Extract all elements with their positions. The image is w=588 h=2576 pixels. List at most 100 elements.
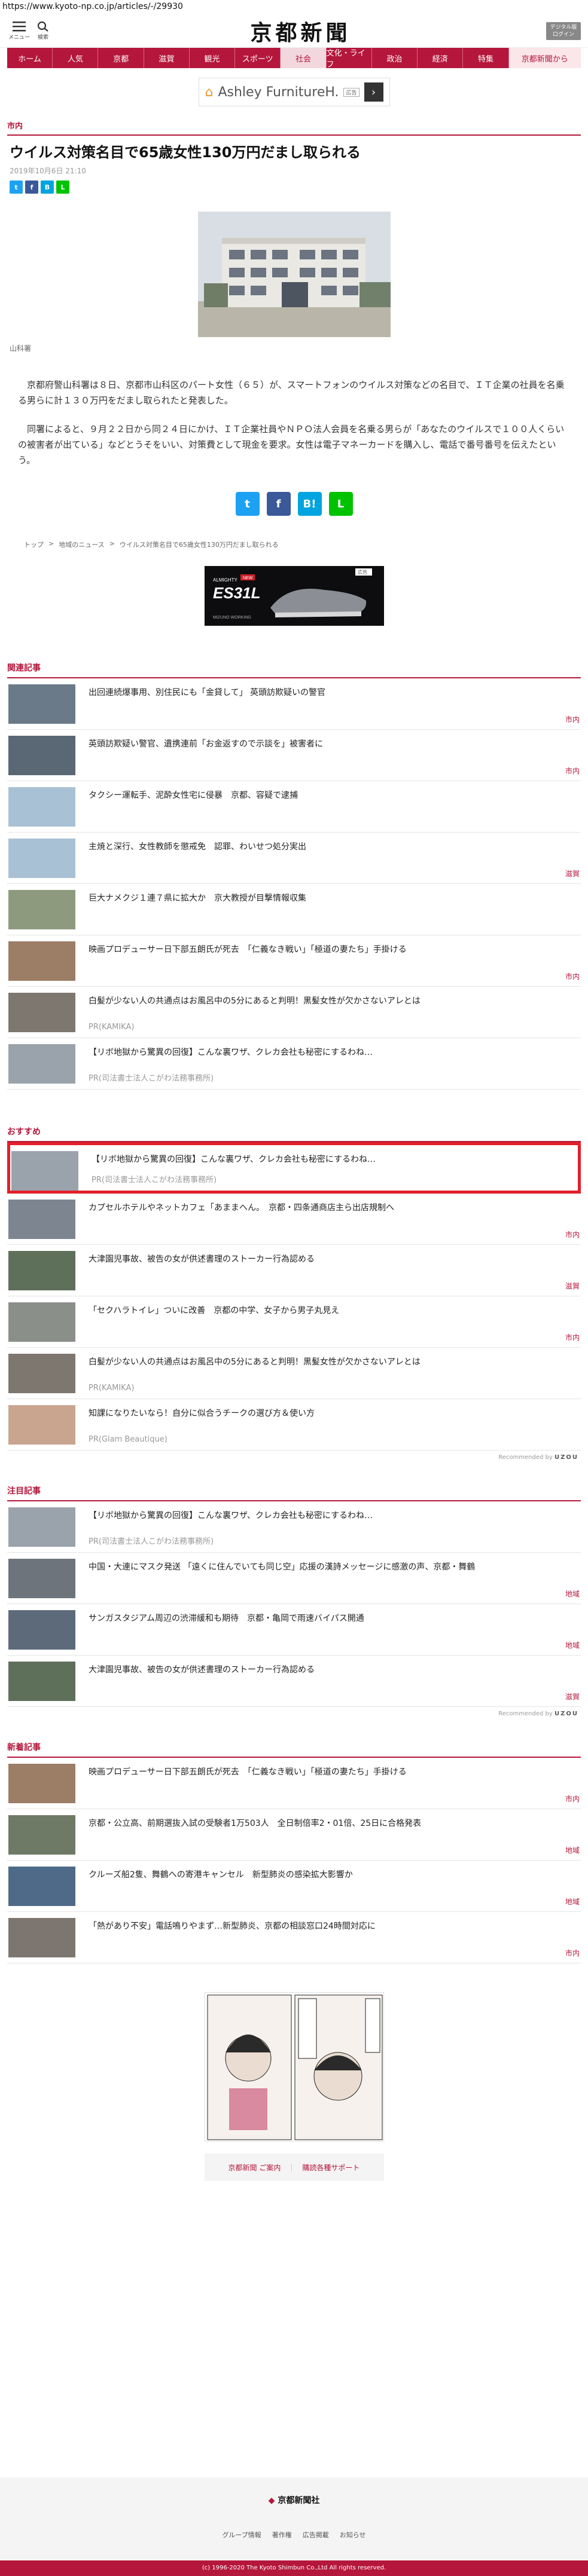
footer-logo[interactable]: ◆ 京都新聞社 [0,2494,588,2506]
list-item[interactable]: 白髪が少ない人の共通点はお風呂中の5分にあると判明！黒髪女性が欠かさないアレとは… [7,1348,581,1399]
list-item[interactable]: 出回連続爆事用、別住民にも「金貸して」 英頭訪欺疑いの警官 市内 [7,678,581,730]
support-link[interactable]: 購読各種サポート [302,2162,359,2173]
thumbnail [8,839,75,878]
footer-link[interactable]: 著作権 [272,2530,292,2540]
list-item[interactable]: タクシー運転手、泥酔女性宅に侵暴 京都、容疑で逮捕 [7,781,581,833]
nav-item-from-kyoto-np[interactable]: 京都新聞から [508,48,581,68]
list-item[interactable]: 京都・公立高、前期選抜入試の受験者1万503人 全日制倍率2・01倍、25日に合… [7,1809,581,1861]
hatena-icon[interactable]: B! [297,492,322,516]
list-item[interactable]: 大津園児事故、被告の女が供述書理のストーカー行為認める 滋賀 [7,1245,581,1296]
list-item[interactable]: 【リボ地獄から驚異の回復】こんな裏ワザ、クレカ会社も秘密にするわね… PR(司法書… [7,1501,581,1553]
recommend-heading: おすすめ [7,1125,581,1142]
twitter-icon[interactable]: t [10,180,23,194]
list-item[interactable]: 巨大ナメクジ１連７県に拡大か 京大教授が目撃情報収集 [7,884,581,935]
list-item[interactable]: 主焼と深行、女性教師を懲戒免 認罪、わいせつ処分実出 滋賀 [7,833,581,884]
list-item[interactable]: 映画プロデューサー日下部五朗氏が死去 「仁義なき戦い」「極道の妻たち」手掛ける市… [7,935,581,987]
nav-item-tourism[interactable]: 観光 [190,48,236,68]
nav-item-shiga[interactable]: 滋賀 [144,48,190,68]
item-title: クルーズ船2隻、舞鶴への寄港キャンセル 新型肺炎の感染拡大影響か [89,1870,353,1880]
search-button[interactable]: 検索 [31,21,55,41]
twitter-icon[interactable]: t [235,492,260,516]
nav-item-economy[interactable]: 経済 [418,48,464,68]
recommended-by: Recommended by UZOU [10,1711,578,1717]
nav-item-popular[interactable]: 人気 [53,48,99,68]
menu-label: メニュー [8,35,30,41]
search-icon [37,21,48,32]
highlighted-list-item[interactable]: 【リボ地獄から驚異の回復】こんな裏ワザ、クレカ会社も秘密にするわね… PR(司法書… [7,1142,581,1194]
item-title: 【リボ地獄から驚異の回復】こんな裏ワザ、クレカ会社も秘密にするわね… [89,1048,373,1057]
photo-caption: 山科署 [10,344,32,353]
item-title: タクシー運転手、泥酔女性宅に侵暴 京都、容疑で逮捕 [89,791,298,800]
item-title: カプセルホテルやネットカフェ「あままへん。 京都・四条通商店主ら出店規制へ [89,1203,394,1213]
item-title: 京都・公立高、前期選抜入試の受験者1万503人 全日制倍率2・01倍、25日に合… [89,1819,422,1828]
list-item[interactable]: クルーズ船2隻、舞鶴への寄港キャンセル 新型肺炎の感染拡大影響か 地域 [7,1861,581,1912]
nav-item-sports[interactable]: スポーツ [235,48,281,68]
footer-link[interactable]: お知らせ [340,2530,366,2540]
contact-link[interactable]: 京都新聞 ご案内 [229,2162,281,2173]
item-title: 大津園児事故、被告の女が供述書理のストーカー行為認める [89,1665,315,1675]
footer-logo-text: 京都新聞社 [278,2496,320,2505]
item-pr: PR(司法書士法人こがわ法務事務所) [89,1074,214,1083]
list-item[interactable]: 【リボ地獄から驚異の回復】こんな裏ワザ、クレカ会社も秘密にするわね… PR(司法書… [7,1038,581,1090]
thumbnail [8,1918,75,1957]
line-icon[interactable]: L [328,492,353,516]
related-heading: 関連記事 [7,662,581,678]
item-pr: PR(司法書士法人こがわ法務事務所) [92,1176,217,1185]
nav-item-features[interactable]: 特集 [463,48,509,68]
home-icon: ⌂ [205,84,214,100]
ad-footer: MIZUNO WORKING [213,616,251,620]
list-item[interactable]: 大津園児事故、被告の女が供述書理のストーカー行為認める 滋賀 [7,1656,581,1707]
list-item[interactable]: サンガスタジアム周辺の渋滞緩和も期待 京都・亀岡で雨速バイパス開通 地域 [7,1604,581,1656]
item-tag: 市内 [565,1949,580,1957]
ad-text: Ashley FurnitureH... [218,84,339,100]
item-tag: 市内 [565,715,580,724]
thumbnail [8,736,75,775]
list-item[interactable]: 知課になりたいなら！自分に似合うチークの選び方＆使い方 PR(Glam Beaut… [7,1399,581,1451]
nav-item-kyoto[interactable]: 京都 [98,48,144,68]
facebook-icon[interactable]: f [266,492,291,516]
article-category[interactable]: 市内 [7,120,581,136]
rec-brand[interactable]: UZOU [555,1454,578,1461]
item-title: 中国・大連にマスク発送 「遠くに住んでいても同じ空」応援の漢詩メッセージに感激の… [89,1562,476,1572]
footer-links: グループ情報 著作権 広告掲載 お知らせ [0,2530,588,2540]
footer-link[interactable]: グループ情報 [222,2530,261,2540]
nav-item-society[interactable]: 社会 [281,48,327,68]
list-item[interactable]: 「熱があり不安」電話鳴りやまず…新型肺炎、京都の相談窓口24時間対応に 市内 [7,1912,581,1963]
list-item[interactable]: 「セクハラトイレ」ついに改善 京都の中学、女子から男子丸見え 市内 [7,1296,581,1348]
list-item[interactable]: 英頭訪欺疑い警官、遺携連前「お金返すので示談を」被害者に市内 [7,730,581,781]
ad-new-tag: NEW [243,576,253,580]
manga-ad[interactable] [204,1992,384,2141]
list-item[interactable]: 白髪が少ない人の共通点はお風呂中の5分にあると判明！黒髪女性が欠かさないアレとは… [7,987,581,1038]
item-title: 大津園児事故、被告の女が供述書理のストーカー行為認める [89,1255,315,1264]
nav-item-politics[interactable]: 政治 [372,48,418,68]
list-item[interactable]: 映画プロデューサー日下部五朗氏が死去 「仁義なき戦い」「極道の妻たち」手掛ける市… [7,1758,581,1809]
nav-item-home[interactable]: ホーム [7,48,53,68]
thumbnail [8,890,75,929]
thumbnail [8,1354,75,1393]
list-item[interactable]: 中国・大連にマスク発送 「遠くに住んでいても同じ空」応援の漢詩メッセージに感激の… [7,1553,581,1604]
copyright: (c) 1996-2020 The Kyoto Shimbun Co.,Ltd … [0,2560,588,2576]
item-title: 英頭訪欺疑い警官、遺携連前「お金返すので示談を」被害者に [89,739,323,749]
arrow-right-icon[interactable]: › [364,82,383,102]
site-logo[interactable]: 京都新聞 [55,16,546,47]
breadcrumb-item[interactable]: 地域のニュース [59,540,104,549]
mid-ad[interactable]: ALMIGHTY ES31L NEW MIZUNO WORKING 広告 [204,566,384,626]
rec-brand[interactable]: UZOU [555,1711,578,1717]
top-ad-banner[interactable]: ⌂ Ashley FurnitureH... 広告 › [198,78,390,106]
line-icon[interactable]: L [56,180,69,194]
list-item[interactable]: カプセルホテルやネットカフェ「あままへん。 京都・四条通商店主ら出店規制へ 市内 [7,1194,581,1245]
item-tag: 市内 [565,767,580,775]
breadcrumb: トップ > 地域のニュース > ウイルス対策名目で65歳女性130万円だまし取られる [24,540,279,549]
url-bar[interactable]: https://www.kyoto-np.co.jp/articles/-/29… [0,0,588,14]
digital-login-button[interactable]: デジタル版 ログイン [546,22,581,40]
item-title: 【リボ地獄から驚異の回復】こんな裏ワザ、クレカ会社も秘密にするわね… [89,1511,373,1520]
nav-item-culture[interactable]: 文化・ライフ [327,48,372,69]
footer-link[interactable]: 広告掲載 [303,2530,329,2540]
recommended-by: Recommended by UZOU [10,1454,578,1461]
hatena-icon[interactable]: B [41,180,54,194]
menu-button[interactable]: メニュー [7,21,31,41]
facebook-icon[interactable]: f [25,180,38,194]
recommend-list: 【リボ地獄から驚異の回復】こんな裏ワザ、クレカ会社も秘密にするわね… PR(司法書… [7,1142,581,1451]
breadcrumb-item[interactable]: トップ [24,540,44,549]
item-tag: 市内 [565,1795,580,1803]
